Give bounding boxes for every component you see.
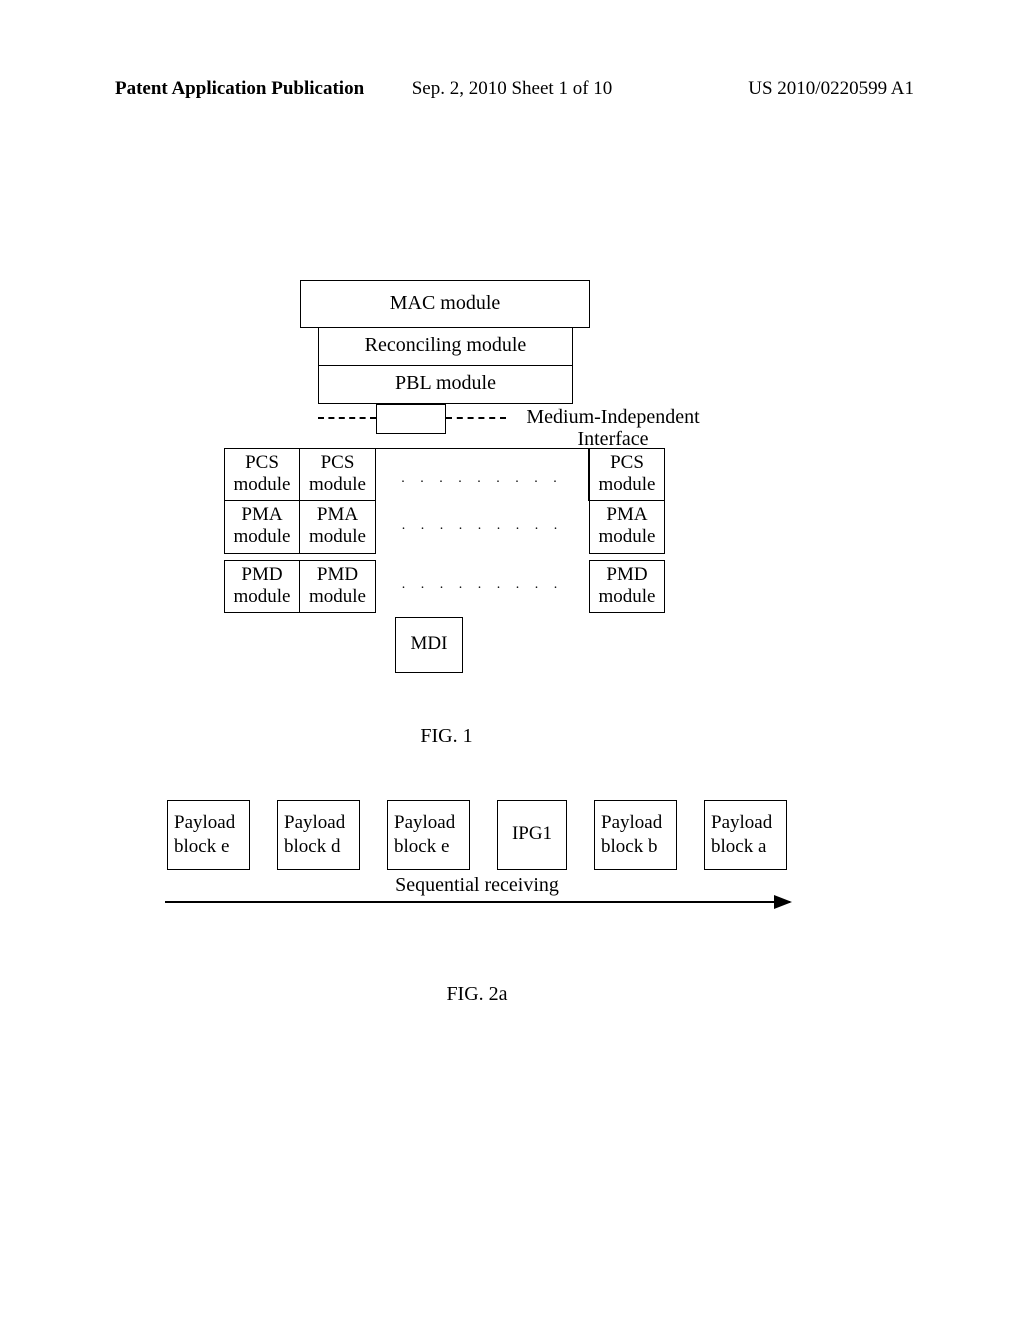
pmd-ellipsis: . . . . . . . . . bbox=[376, 560, 589, 613]
seq-receiving-label: Sequential receiving bbox=[167, 874, 787, 897]
pmd-module-1: PMD module bbox=[224, 560, 300, 613]
sequential-arrow bbox=[165, 901, 790, 903]
fig1-caption: FIG. 1 bbox=[224, 725, 669, 748]
pma-module-n: PMA module bbox=[589, 501, 665, 554]
ipg1-block: IPG1 bbox=[497, 800, 567, 870]
pmd-module-n: PMD module bbox=[589, 560, 665, 613]
payload-blocks-row: Payload block e Payload block d Payload … bbox=[167, 800, 787, 870]
header-right: US 2010/0220599 A1 bbox=[748, 78, 914, 100]
pcs-ellipsis: . . . . . . . . . bbox=[376, 448, 589, 501]
payload-block-b: Payload block b bbox=[594, 800, 677, 870]
mii-label: Medium-Independent Interface bbox=[513, 406, 713, 450]
pmd-module-2: PMD module bbox=[300, 560, 376, 613]
mac-module-box: MAC module bbox=[300, 280, 590, 328]
dash-connector-right bbox=[446, 417, 506, 419]
arrow-head-icon bbox=[774, 895, 792, 909]
pma-module-2: PMA module bbox=[300, 501, 376, 554]
pmd-row: PMD module PMD module . . . . . . . . . … bbox=[224, 560, 669, 613]
header-center: Sep. 2, 2010 Sheet 1 of 10 bbox=[412, 78, 613, 100]
pcs-module-2: PCS module bbox=[300, 448, 376, 501]
pcs-row: PCS module PCS module . . . . . . . . . … bbox=[224, 448, 669, 501]
mii-empty-box bbox=[376, 404, 446, 434]
reconciling-module-box: Reconciling module bbox=[318, 328, 573, 366]
pma-row: PMA module PMA module . . . . . . . . . … bbox=[224, 501, 669, 554]
payload-block-d: Payload block d bbox=[277, 800, 360, 870]
dash-connector-left bbox=[318, 417, 376, 419]
pcs-module-n: PCS module bbox=[589, 448, 665, 501]
pcs-module-1: PCS module bbox=[224, 448, 300, 501]
figure-2a: Payload block e Payload block d Payload … bbox=[167, 800, 787, 1006]
mdi-box: MDI bbox=[395, 617, 463, 673]
pbl-module-box: PBL module bbox=[318, 366, 573, 404]
payload-block-e1: Payload block e bbox=[167, 800, 250, 870]
payload-block-e2: Payload block e bbox=[387, 800, 470, 870]
mii-row: Medium-Independent Interface bbox=[318, 406, 669, 442]
figure-1: MAC module Reconciling module PBL module… bbox=[224, 280, 669, 748]
pma-module-1: PMA module bbox=[224, 501, 300, 554]
payload-block-a: Payload block a bbox=[704, 800, 787, 870]
header-left: Patent Application Publication bbox=[115, 78, 364, 100]
fig2a-caption: FIG. 2a bbox=[167, 983, 787, 1006]
pma-ellipsis: . . . . . . . . . bbox=[376, 501, 589, 554]
